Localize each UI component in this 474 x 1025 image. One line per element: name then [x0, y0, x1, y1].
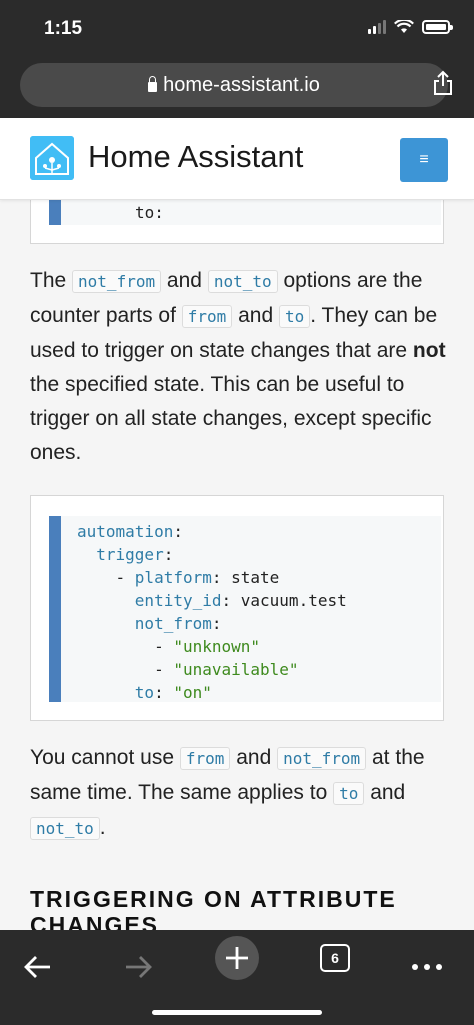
inline-code: from [179, 747, 231, 770]
cellular-signal-icon [368, 20, 386, 34]
site-header: Home Assistant ≡ [0, 118, 474, 200]
menu-button[interactable]: ≡ [400, 138, 448, 182]
status-icons [368, 20, 453, 34]
battery-icon [422, 20, 453, 34]
paragraph-not-from: The not_from and not_to options are the … [30, 269, 446, 464]
code-line: not_from: [134, 614, 222, 633]
new-tab-plus-icon[interactable] [214, 935, 260, 981]
wifi-icon [394, 20, 414, 33]
code-block-top: to: [30, 200, 444, 244]
lock-icon [148, 76, 158, 92]
share-icon[interactable] [432, 70, 454, 96]
url-text: home-assistant.io [163, 73, 320, 96]
inline-code: from [181, 305, 233, 328]
inline-code: to [333, 782, 365, 805]
site-brand[interactable]: Home Assistant [88, 139, 303, 175]
code-line: automation: [77, 522, 183, 541]
inline-code: not_to [207, 270, 278, 293]
code-line: trigger: [96, 545, 174, 564]
address-bar[interactable]: home-assistant.io [20, 63, 448, 107]
section-heading: TRIGGERING ON ATTRIBUTE CHANGES [30, 886, 397, 930]
back-arrow-icon[interactable] [20, 944, 56, 990]
forward-arrow-icon[interactable] [120, 944, 156, 990]
browser-toolbar: 6 [0, 930, 474, 1025]
code-line: - "unknown" [154, 637, 261, 656]
inline-code: to [279, 305, 311, 328]
inline-code: not_from [277, 747, 367, 770]
code-line: to: [135, 203, 164, 222]
status-bar: 1:15 [0, 0, 474, 58]
code-line: to: "on" [134, 683, 212, 702]
home-assistant-logo[interactable] [30, 136, 74, 180]
browser-bar: home-assistant.io [0, 58, 474, 118]
code-block-automation: automation: trigger: - platform: state e… [30, 495, 444, 721]
hamburger-icon: ≡ [419, 151, 429, 168]
inline-code: not_to [30, 817, 100, 840]
tabs-button[interactable]: 6 [320, 944, 350, 972]
code-line: entity_id: vacuum.test [134, 591, 347, 610]
paragraph-same-time: You cannot use from and not_from at the … [30, 746, 425, 840]
inline-code: not_from [72, 270, 162, 293]
more-options-icon[interactable] [410, 944, 444, 990]
code-line: - "unavailable" [154, 660, 299, 679]
home-indicator[interactable] [152, 1010, 322, 1015]
page-content: to: The not_from and not_to options are … [0, 200, 474, 930]
status-time: 1:15 [44, 18, 83, 39]
tabs-count: 6 [331, 950, 339, 966]
code-line: - platform: state [115, 568, 280, 587]
